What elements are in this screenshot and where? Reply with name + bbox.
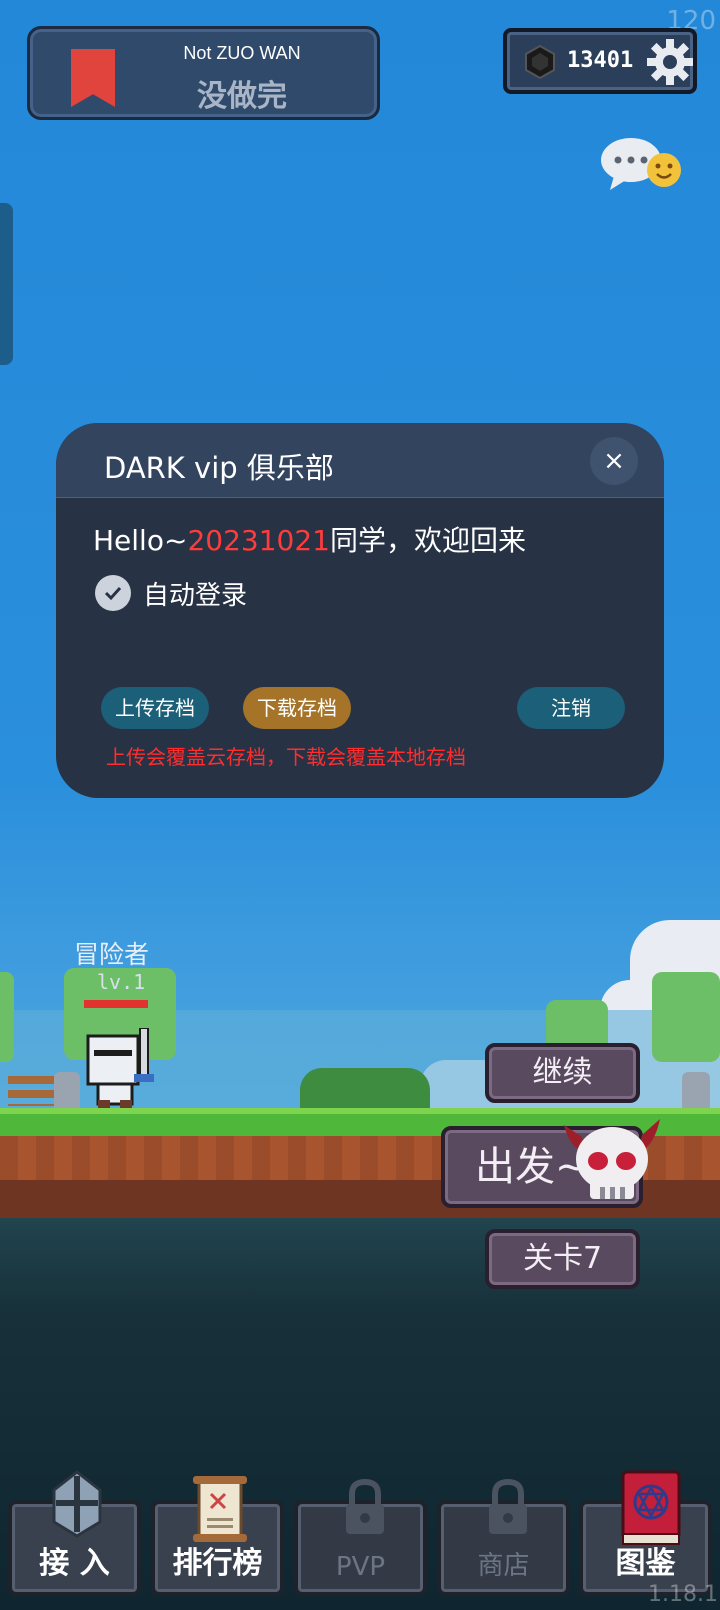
currency-value: 13401 (567, 48, 634, 73)
tree (652, 972, 720, 1062)
knight-helmet-icon (52, 1470, 102, 1538)
nav-login[interactable]: 接 入 (8, 1470, 141, 1596)
nav-shop[interactable]: 商店 (437, 1478, 570, 1596)
banner-subtitle: Not ZUO WAN (183, 43, 301, 63)
download-save-button[interactable]: 下载存档 (243, 687, 351, 729)
chat-icon[interactable] (600, 136, 684, 196)
continue-button[interactable]: 继续 (485, 1043, 640, 1103)
logout-button[interactable]: 注销 (517, 687, 625, 729)
currency-panel: 13401 (503, 28, 697, 94)
nav-label: 商店 (477, 1551, 530, 1581)
hero-health-bar (84, 1000, 148, 1008)
hero-level: lv.1 (97, 970, 146, 994)
banner-title: 没做完 (197, 79, 287, 114)
demon-skull-icon (564, 1119, 660, 1199)
greeting-text: Hello~20231021同学，欢迎回来 (93, 519, 526, 559)
stage-select-button[interactable]: 关卡7 (485, 1229, 640, 1289)
side-drawer-tab[interactable] (0, 203, 13, 365)
gravestone (54, 1072, 80, 1108)
lock-icon (346, 1478, 384, 1534)
gem-icon (525, 45, 555, 79)
user-id: 20231021 (187, 524, 330, 557)
vip-club-dialog: DARK vip 俱乐部 × Hello~20231021同学，欢迎回来 自动登… (56, 423, 664, 798)
nav-label: 接 入 (39, 1546, 110, 1581)
lock-icon (489, 1478, 527, 1534)
gravestone (682, 1072, 710, 1108)
dialog-header: DARK vip 俱乐部 × (56, 423, 664, 498)
hero-name: 冒险者 (74, 940, 150, 969)
nav-label: 图鉴 (615, 1546, 676, 1581)
gear-icon[interactable] (645, 37, 695, 87)
fence (8, 1076, 58, 1106)
auto-login-label: 自动登录 (143, 581, 248, 611)
knight-character[interactable] (82, 1028, 162, 1108)
check-icon[interactable] (95, 575, 131, 611)
nav-leaderboard[interactable]: 排行榜 (151, 1476, 284, 1596)
sync-warning: 上传会覆盖云存档，下载会覆盖本地存档 (106, 745, 466, 769)
tree (0, 972, 14, 1062)
game-title-banner[interactable]: Not ZUO WAN 没做完 (27, 26, 380, 120)
spellbook-icon (621, 1470, 681, 1545)
scroll-icon (193, 1476, 247, 1542)
nav-label: PVP (335, 1552, 386, 1582)
bushes (300, 1068, 430, 1110)
nav-label: 排行榜 (172, 1546, 263, 1581)
bookmark-icon (71, 49, 115, 107)
greeting-prefix: Hello~ (93, 524, 188, 557)
greeting-suffix: 同学，欢迎回来 (329, 524, 526, 557)
dialog-title: DARK vip 俱乐部 (104, 451, 334, 485)
upload-save-button[interactable]: 上传存档 (101, 687, 209, 729)
nav-pvp[interactable]: PVP (294, 1478, 427, 1596)
close-button[interactable]: × (590, 437, 638, 485)
version-label: 1.18.1 (648, 1582, 718, 1607)
